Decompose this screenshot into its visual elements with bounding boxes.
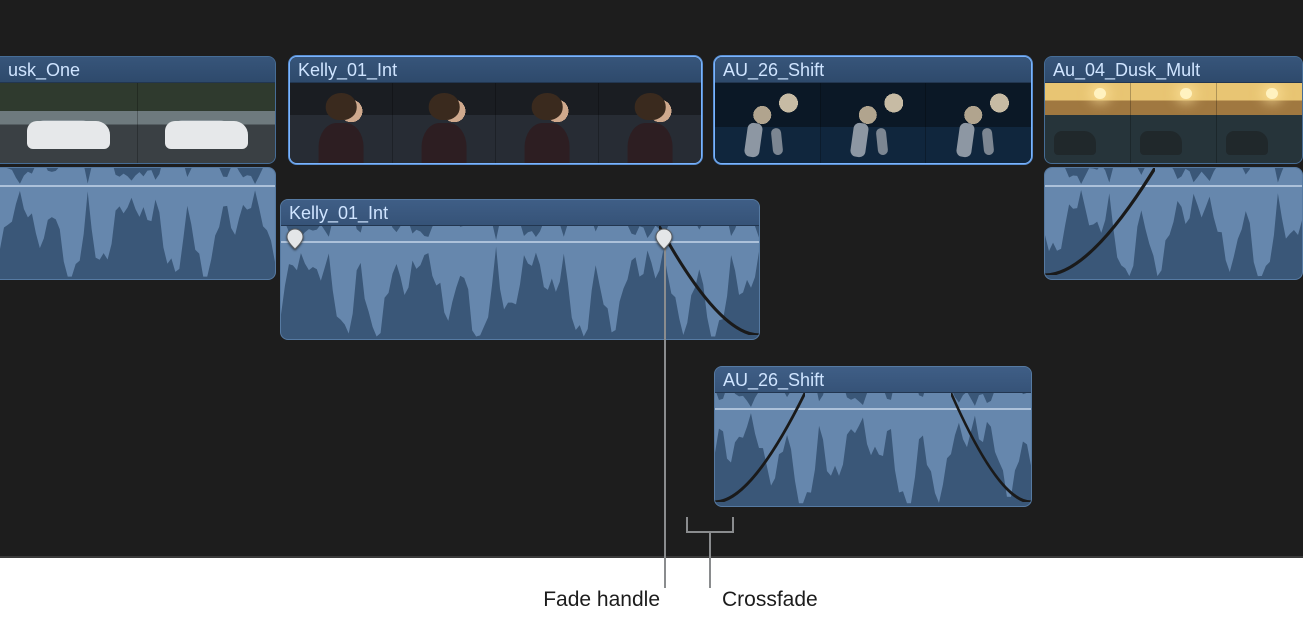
- thumbnail: [1131, 83, 1217, 163]
- callout-line-fade-handle: [664, 240, 666, 588]
- clip-title: Kelly_01_Int: [290, 57, 701, 83]
- waveform[interactable]: [281, 226, 759, 339]
- callout-line-crossfade: [709, 533, 711, 588]
- thumbnail-strip: [290, 83, 701, 163]
- video-clip[interactable]: usk_One: [0, 56, 276, 164]
- thumbnail: [1045, 83, 1131, 163]
- clip-title: AU_26_Shift: [715, 367, 1031, 393]
- thumbnail-strip: [0, 83, 275, 163]
- crossfade-bracket: [686, 517, 734, 533]
- audio-clip[interactable]: [0, 167, 276, 280]
- fade-handle[interactable]: [655, 228, 673, 250]
- thumbnail: [715, 83, 821, 163]
- video-clip[interactable]: AU_26_Shift: [714, 56, 1032, 164]
- thumbnail: [290, 83, 393, 163]
- waveform[interactable]: [715, 393, 1031, 506]
- crossfade-label: Crossfade: [722, 588, 818, 612]
- thumbnail: [0, 83, 138, 163]
- audio-clip[interactable]: AU_26_Shift: [714, 366, 1032, 507]
- thumbnail: [821, 83, 927, 163]
- thumbnail-strip: [1045, 83, 1302, 163]
- clip-title: AU_26_Shift: [715, 57, 1031, 83]
- waveform[interactable]: [0, 168, 275, 279]
- clip-title: Kelly_01_Int: [281, 200, 759, 226]
- annotation-area: Fade handle Crossfade: [0, 558, 1303, 630]
- thumbnail: [393, 83, 496, 163]
- clip-title: usk_One: [0, 57, 275, 83]
- clip-title: Au_04_Dusk_Mult: [1045, 57, 1302, 83]
- fade-handle[interactable]: [286, 228, 304, 250]
- audio-clip[interactable]: Kelly_01_Int: [280, 199, 760, 340]
- thumbnail: [599, 83, 701, 163]
- thumbnail: [1217, 83, 1302, 163]
- audio-clip[interactable]: [1044, 167, 1303, 280]
- timeline[interactable]: usk_One Kelly_01_Int AU_26_Shift Au_04_Dusk…: [0, 0, 1303, 558]
- thumbnail: [496, 83, 599, 163]
- video-clip[interactable]: Au_04_Dusk_Mult: [1044, 56, 1303, 164]
- thumbnail-strip: [715, 83, 1031, 163]
- fade-handle-label: Fade handle: [495, 588, 660, 612]
- thumbnail: [138, 83, 275, 163]
- waveform[interactable]: [1045, 168, 1302, 279]
- video-clip[interactable]: Kelly_01_Int: [289, 56, 702, 164]
- thumbnail: [926, 83, 1031, 163]
